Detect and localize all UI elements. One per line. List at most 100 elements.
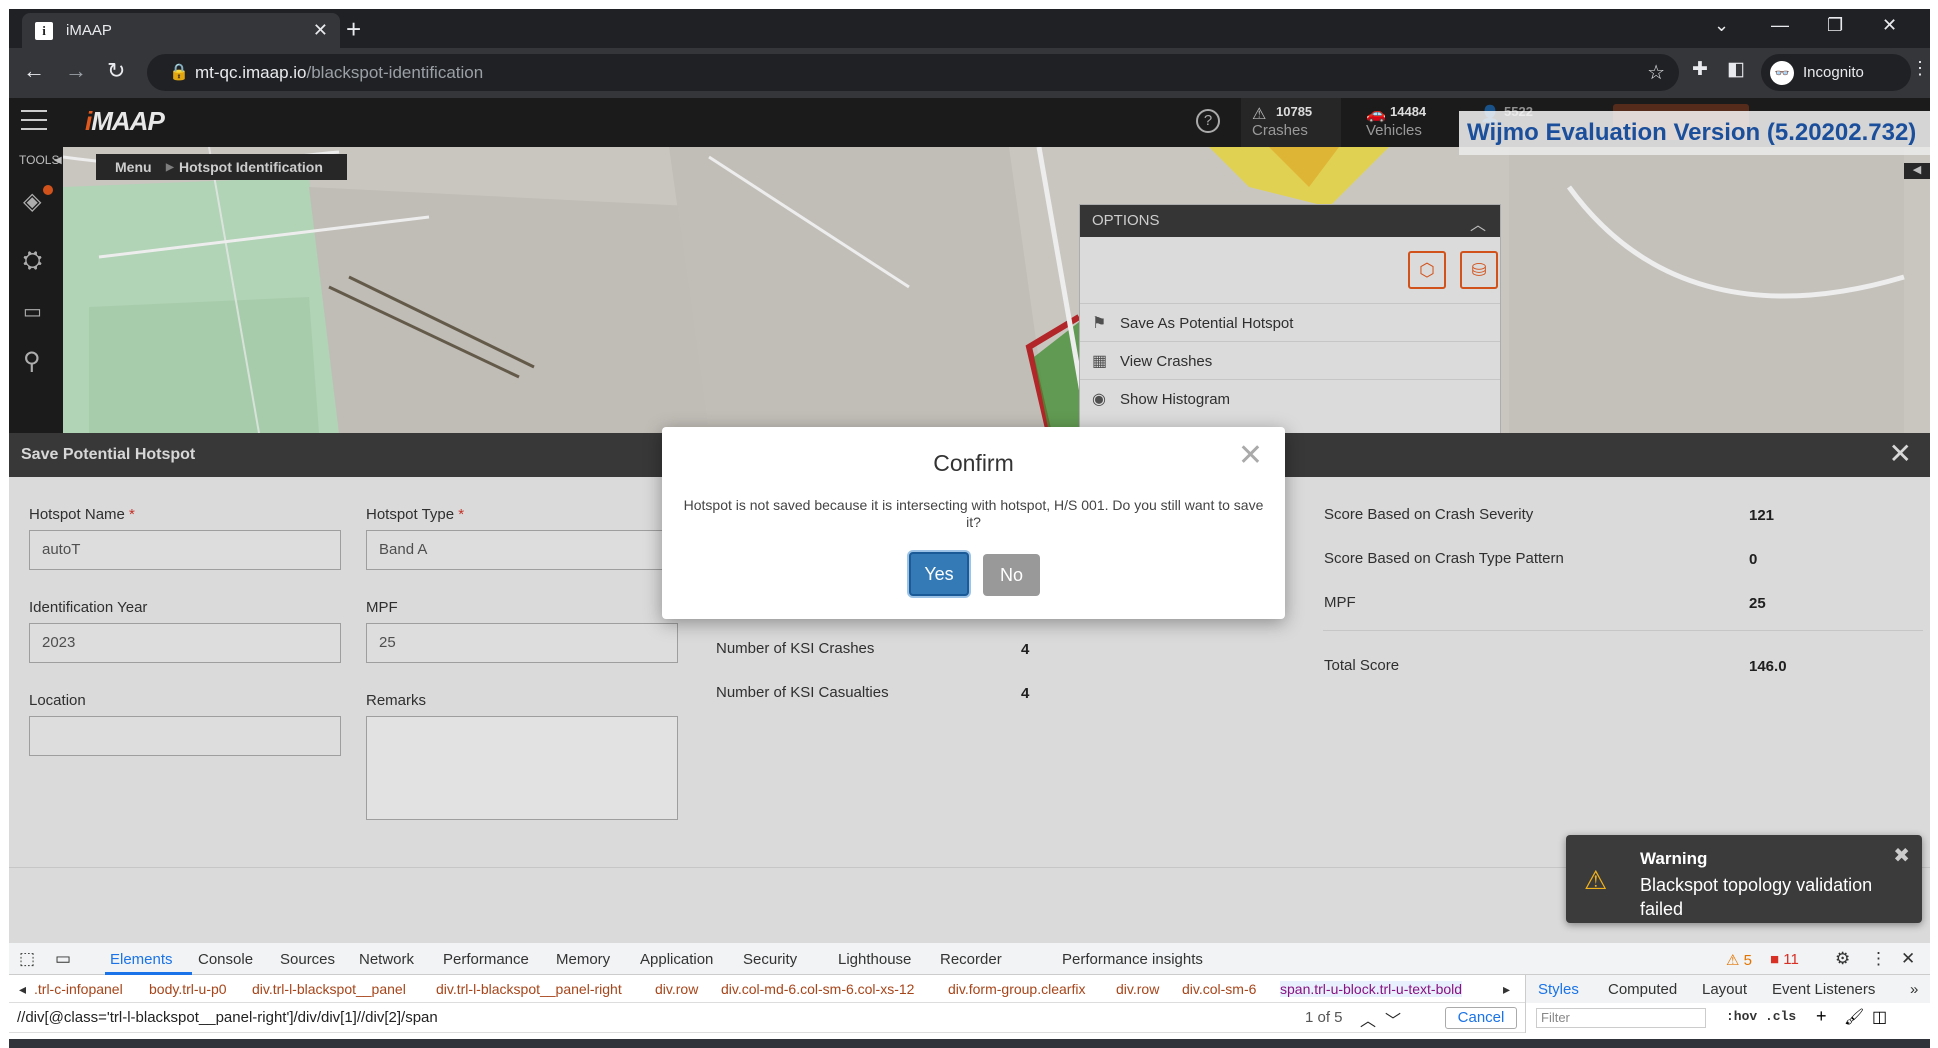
- close-devtools-icon[interactable]: ✕: [1901, 949, 1915, 969]
- cube-action-button[interactable]: ⬡: [1408, 251, 1446, 289]
- dom-crumb[interactable]: div.row: [655, 981, 698, 997]
- minimize-icon[interactable]: —: [1771, 15, 1789, 36]
- next-match-icon[interactable]: ﹀: [1385, 1007, 1401, 1031]
- compass-tool-icon[interactable]: ⛭: [23, 247, 42, 275]
- options-header[interactable]: OPTIONS ︿: [1080, 205, 1500, 237]
- inspect-element-icon[interactable]: ⬚: [19, 949, 35, 969]
- dom-crumb-selected[interactable]: span.trl-u-block.trl-u-text-bold: [1280, 981, 1463, 997]
- dom-crumb[interactable]: div.col-sm-6: [1182, 981, 1256, 997]
- back-icon[interactable]: ←: [23, 58, 45, 84]
- close-window-icon[interactable]: ✕: [1882, 15, 1897, 36]
- computed-sidebar-icon[interactable]: ◫: [1872, 1007, 1887, 1027]
- hotspot-type-select[interactable]: Band A: [366, 530, 678, 570]
- dom-crumb[interactable]: div.trl-l-blackspot__panel-right: [436, 981, 622, 997]
- tab-security[interactable]: Security: [743, 951, 797, 968]
- errors-count[interactable]: ■ 11: [1770, 951, 1799, 968]
- settings-gear-icon[interactable]: ⚙: [1835, 949, 1850, 969]
- side-panel-icon[interactable]: ◧: [1727, 58, 1745, 81]
- forward-icon[interactable]: →: [65, 58, 87, 84]
- mpf-input[interactable]: 25: [366, 623, 678, 663]
- xpath-search-input[interactable]: //div[@class='trl-l-blackspot__panel-rig…: [17, 1009, 438, 1026]
- imaap-logo[interactable]: iMAAP: [85, 106, 165, 137]
- dom-crumb[interactable]: .trl-c-infopanel: [34, 981, 123, 997]
- more-tabs-icon[interactable]: »: [1910, 981, 1918, 998]
- map-pin-icon[interactable]: ⚲: [23, 347, 41, 376]
- map-canvas[interactable]: [9, 147, 1930, 433]
- hamburger-menu-icon[interactable]: [21, 110, 47, 130]
- tab-console[interactable]: Console: [198, 951, 253, 968]
- tab-network[interactable]: Network: [359, 951, 414, 968]
- incognito-badge[interactable]: 👓 Incognito: [1761, 54, 1911, 91]
- dom-crumb[interactable]: div.form-group.clearfix: [948, 981, 1085, 997]
- vehicles-stat[interactable]: 🚗 14484 Vehicles: [1366, 101, 1456, 145]
- restore-icon[interactable]: ❐: [1827, 15, 1843, 36]
- help-icon[interactable]: ?: [1196, 109, 1220, 133]
- browser-tab[interactable]: i iMAAP ✕: [22, 13, 340, 48]
- crashes-stat[interactable]: ⚠ 10785 Crashes: [1252, 101, 1342, 145]
- device-toolbar-icon[interactable]: ▭: [55, 949, 71, 969]
- dialog-close-icon[interactable]: ✕: [1238, 441, 1263, 471]
- crumbs-right-arrow-icon[interactable]: ▸: [1503, 981, 1510, 998]
- reload-icon[interactable]: ↻: [107, 58, 125, 84]
- styles-filter-input[interactable]: Filter: [1536, 1008, 1706, 1028]
- new-rule-icon[interactable]: +: [1816, 1006, 1827, 1027]
- remarks-textarea[interactable]: [366, 716, 678, 820]
- tab-styles[interactable]: Styles: [1538, 981, 1579, 998]
- paint-icon[interactable]: 🖌: [1844, 1007, 1864, 1027]
- vehicles-label: Vehicles: [1366, 122, 1422, 139]
- yes-button[interactable]: Yes: [909, 552, 969, 596]
- chevron-up-icon[interactable]: ︿: [1470, 211, 1486, 235]
- tab-elements[interactable]: Elements: [110, 951, 173, 968]
- dom-crumb[interactable]: body.trl-u-p0: [149, 981, 227, 997]
- toast-close-icon[interactable]: ✖: [1893, 843, 1910, 868]
- omnibox[interactable]: 🔒 mt-qc.imaap.io/blackspot-identificatio…: [147, 54, 1679, 91]
- dom-crumb[interactable]: div.trl-l-blackspot__panel: [252, 981, 406, 997]
- tab-performance[interactable]: Performance: [443, 951, 529, 968]
- crumbs-left-arrow-icon[interactable]: ◂: [19, 981, 26, 998]
- bookmark-star-icon[interactable]: ☆: [1647, 60, 1665, 85]
- dom-crumb[interactable]: div.col-md-6.col-sm-6.col-xs-12: [721, 981, 914, 997]
- browser-menu-icon[interactable]: ⋮: [1911, 58, 1929, 79]
- score-mpf-label: MPF: [1324, 594, 1356, 611]
- breadcrumb-menu[interactable]: Menu: [115, 159, 152, 175]
- no-button[interactable]: No: [983, 554, 1040, 596]
- map-view[interactable]: TOOLS ◀ ◈ ⛭ ▭ ⚲ Menu ▶ Hotspot Identific…: [9, 147, 1930, 433]
- tab-memory[interactable]: Memory: [556, 951, 610, 968]
- panel-close-icon[interactable]: ✕: [1889, 439, 1912, 469]
- identification-year-label: Identification Year: [29, 599, 148, 616]
- tab-computed[interactable]: Computed: [1608, 981, 1677, 998]
- identification-year-input[interactable]: 2023: [29, 623, 341, 663]
- extensions-icon[interactable]: ✚: [1692, 58, 1708, 81]
- database-action-button[interactable]: ⛁: [1460, 251, 1498, 289]
- breadcrumb-hotspot-identification[interactable]: Hotspot Identification: [179, 159, 323, 175]
- location-input[interactable]: [29, 716, 341, 756]
- collapse-right-icon[interactable]: ◀: [1904, 163, 1930, 179]
- option-save-potential-hotspot[interactable]: ⚑ Save As Potential Hotspot: [1080, 303, 1500, 341]
- tab-sources[interactable]: Sources: [280, 951, 335, 968]
- tab-performance-insights[interactable]: Performance insights: [1062, 951, 1203, 968]
- warnings-count[interactable]: ⚠ 5: [1726, 951, 1752, 969]
- tab-layout[interactable]: Layout: [1702, 981, 1747, 998]
- tab-event-listeners[interactable]: Event Listeners: [1772, 981, 1875, 998]
- tab-search-icon[interactable]: ⌄: [1714, 15, 1729, 36]
- ruler-icon[interactable]: ▭: [23, 299, 42, 324]
- hov-cls-toggles[interactable]: :hov .cls: [1726, 1009, 1796, 1024]
- option-show-histogram[interactable]: ◉ Show Histogram: [1080, 379, 1500, 417]
- score-crash-severity-value: 121: [1749, 507, 1775, 524]
- previous-match-icon[interactable]: ︿: [1360, 1007, 1376, 1031]
- tab-recorder[interactable]: Recorder: [940, 951, 1002, 968]
- tab-application[interactable]: Application: [640, 951, 713, 968]
- lock-icon[interactable]: 🔒: [169, 62, 189, 82]
- dom-crumb[interactable]: div.row: [1116, 981, 1159, 997]
- option-view-crashes[interactable]: ▦ View Crashes: [1080, 341, 1500, 379]
- tab-lighthouse[interactable]: Lighthouse: [838, 951, 911, 968]
- cancel-search-button[interactable]: Cancel: [1445, 1007, 1517, 1029]
- view-crashes-icon: ▦: [1092, 353, 1108, 370]
- url-text[interactable]: mt-qc.imaap.io/blackspot-identification: [195, 63, 483, 83]
- devtools-menu-icon[interactable]: ⋮: [1870, 949, 1887, 969]
- hotspot-name-input[interactable]: autoT: [29, 530, 341, 570]
- layers-icon[interactable]: ◈: [23, 187, 41, 216]
- collapse-tools-icon[interactable]: ◀: [54, 155, 62, 166]
- close-tab-icon[interactable]: ✕: [313, 20, 328, 41]
- new-tab-icon[interactable]: +: [346, 15, 361, 43]
